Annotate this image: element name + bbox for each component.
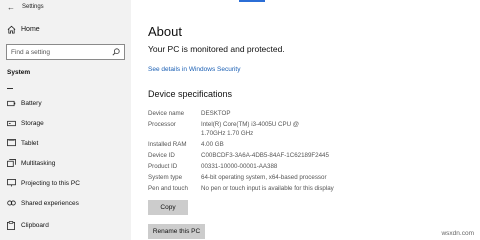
settings-sidebar: ← Settings Home System Battery Storage T…	[0, 0, 131, 240]
spec-value: 4.00 GB	[201, 141, 224, 148]
spec-value: Intel(R) Core(TM) i3-4005U CPU @ 1.70GHz…	[201, 121, 300, 137]
sidebar-home-label: Home	[21, 25, 40, 33]
spec-value: 64-bit operating system, x64-based proce…	[201, 174, 327, 181]
windows-security-link[interactable]: See details in Windows Security	[148, 66, 241, 73]
watermark: wsxdn.com	[441, 230, 474, 237]
spec-key: Pen and touch	[148, 185, 188, 192]
sidebar-item-shared-experiences[interactable]: Shared experiences	[0, 195, 131, 211]
spec-value: C00BCDF3-3A6A-4DB5-84AF-1C62189F2445	[201, 152, 329, 159]
spec-key: System type	[148, 174, 183, 181]
spec-value: DESKTOP	[201, 110, 231, 117]
sidebar-item-label: Battery	[21, 99, 42, 107]
clipboard-icon	[7, 220, 21, 230]
spec-value: 00331-10000-00001-AA388	[201, 163, 278, 170]
back-arrow-icon[interactable]: ←	[0, 0, 22, 14]
device-specifications-heading: Device specifications	[148, 89, 233, 99]
sidebar-item-home[interactable]: Home	[0, 20, 131, 38]
battery-icon	[7, 100, 21, 107]
sidebar-item-label: Multitasking	[21, 159, 56, 167]
home-icon	[7, 25, 21, 34]
scrolled-item-icon	[7, 86, 13, 89]
spec-key: Product ID	[148, 163, 178, 170]
sidebar-item-projecting[interactable]: Projecting to this PC	[0, 175, 131, 191]
storage-icon	[7, 120, 21, 127]
spec-key: Installed RAM	[148, 141, 187, 148]
sidebar-item-battery[interactable]: Battery	[0, 95, 131, 111]
sidebar-item-storage[interactable]: Storage	[0, 115, 131, 131]
multitasking-icon	[7, 159, 21, 167]
sidebar-item-tablet[interactable]: Tablet	[0, 135, 131, 151]
sidebar-item-label: Tablet	[21, 139, 39, 147]
spec-value: No pen or touch input is available for t…	[201, 185, 334, 192]
shared-experiences-icon	[7, 199, 21, 207]
sidebar-item-label: Clipboard	[21, 221, 49, 229]
spec-key: Device name	[148, 110, 185, 117]
sidebar-section-system: System	[7, 69, 31, 76]
sidebar-item-multitasking[interactable]: Multitasking	[0, 155, 131, 171]
search-input[interactable]	[11, 48, 111, 56]
page-title: About	[148, 24, 182, 39]
search-icon[interactable]	[112, 43, 120, 61]
projecting-icon	[7, 179, 21, 187]
protection-status: Your PC is monitored and protected.	[148, 44, 285, 54]
sidebar-item-clipboard[interactable]: Clipboard	[0, 217, 131, 233]
spec-key: Device ID	[148, 152, 175, 159]
sidebar-item-label: Projecting to this PC	[21, 179, 80, 187]
about-page: About Your PC is monitored and protected…	[131, 0, 480, 240]
title-bar: ← Settings	[0, 0, 131, 14]
rename-pc-button[interactable]: Rename this PC	[148, 224, 205, 239]
tablet-icon	[7, 139, 21, 147]
copy-button[interactable]: Copy	[148, 200, 188, 215]
settings-search-box[interactable]	[6, 44, 125, 60]
cropped-accent-bar	[239, 0, 265, 2]
sidebar-item-label: Storage	[21, 119, 44, 127]
sidebar-item-label: Shared experiences	[21, 199, 79, 207]
spec-key: Processor	[148, 121, 176, 128]
window-title: Settings	[22, 4, 44, 10]
